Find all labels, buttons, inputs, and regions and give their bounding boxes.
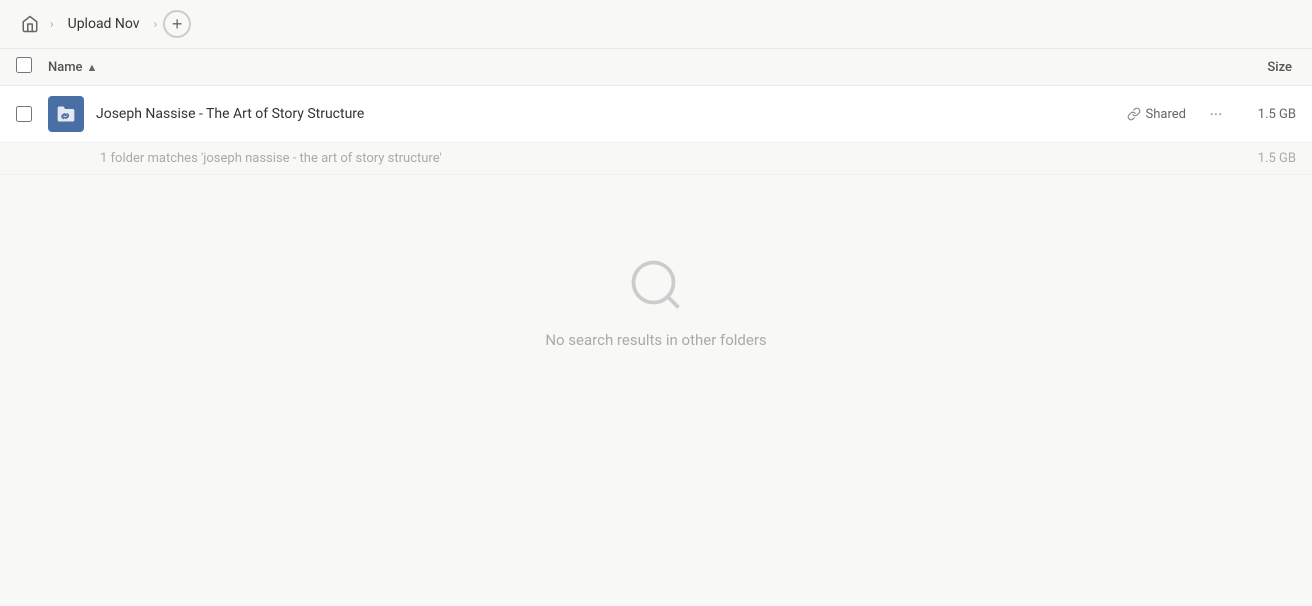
- no-results-message: No search results in other folders: [545, 331, 766, 349]
- more-options-button[interactable]: ···: [1202, 100, 1230, 128]
- select-all-checkbox[interactable]: [16, 57, 40, 77]
- folder-icon: [48, 96, 84, 132]
- file-size: 1.5 GB: [1246, 107, 1296, 122]
- match-info-text: 1 folder matches 'joseph nassise - the a…: [100, 151, 1258, 166]
- file-name: Joseph Nassise - The Art of Story Struct…: [96, 106, 1127, 122]
- no-results-search-icon: [626, 255, 686, 315]
- select-all-input[interactable]: [16, 57, 32, 73]
- home-button[interactable]: [16, 10, 44, 38]
- add-button[interactable]: +: [163, 10, 191, 38]
- size-column-header: Size: [1267, 60, 1296, 75]
- name-column-header[interactable]: Name ▲: [48, 60, 1267, 75]
- sort-ascending-icon: ▲: [87, 61, 98, 74]
- breadcrumb-bar: › Upload Nov › +: [0, 0, 1312, 49]
- match-info-size: 1.5 GB: [1258, 151, 1296, 166]
- empty-state: No search results in other folders: [0, 175, 1312, 389]
- row-checkbox[interactable]: [16, 106, 32, 122]
- breadcrumb-separator: ›: [50, 17, 54, 31]
- match-info-row: 1 folder matches 'joseph nassise - the a…: [0, 143, 1312, 175]
- row-checkbox-container[interactable]: [16, 106, 40, 122]
- column-headers: Name ▲ Size: [0, 49, 1312, 86]
- breadcrumb-separator-2: ›: [154, 17, 158, 31]
- table-row[interactable]: Joseph Nassise - The Art of Story Struct…: [0, 86, 1312, 143]
- breadcrumb-upload-nov[interactable]: Upload Nov: [60, 12, 148, 36]
- link-icon: [1127, 107, 1141, 121]
- shared-badge: Shared: [1127, 107, 1186, 122]
